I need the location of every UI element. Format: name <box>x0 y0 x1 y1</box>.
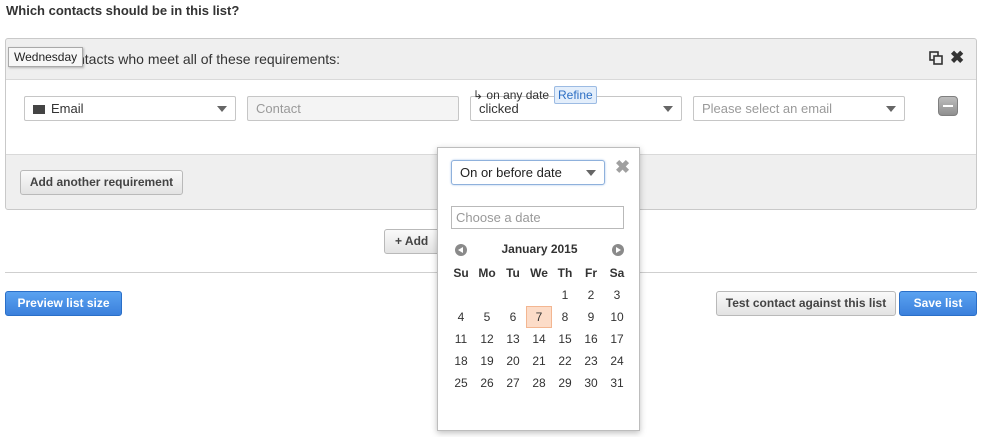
weekday-header: Mo <box>478 266 496 280</box>
calendar-day[interactable]: 23 <box>578 350 604 372</box>
calendar-empty-cell <box>500 284 526 306</box>
group-label: ntacts who meet all of these requirement… <box>77 51 341 67</box>
save-list-button[interactable]: Save list <box>899 291 977 316</box>
calendar-day[interactable]: 31 <box>604 372 630 394</box>
calendar-day[interactable]: 2 <box>578 284 604 306</box>
calendar-day[interactable]: 6 <box>500 306 526 328</box>
email-select[interactable]: Please select an email <box>693 96 905 121</box>
action-value: clicked <box>479 101 519 116</box>
remove-requirement-button[interactable] <box>938 96 958 116</box>
group-header: ntacts who meet all of these requirement… <box>6 39 976 79</box>
calendar-empty-cell <box>448 284 474 306</box>
calendar-day[interactable]: 22 <box>552 350 578 372</box>
next-month-icon[interactable] <box>612 244 624 256</box>
calendar-day[interactable]: 27 <box>500 372 526 394</box>
refine-button[interactable]: Refine <box>554 86 597 104</box>
contact-placeholder: Contact <box>256 101 301 116</box>
calendar-day[interactable]: 7 <box>526 306 552 328</box>
calendar-day[interactable]: 4 <box>448 306 474 328</box>
weekday-header: Su <box>453 266 469 280</box>
calendar-day[interactable]: 9 <box>578 306 604 328</box>
calendar-day[interactable]: 8 <box>552 306 578 328</box>
remove-group-icon[interactable]: ✖ <box>950 49 964 66</box>
calendar-day[interactable]: 21 <box>526 350 552 372</box>
add-group-button[interactable]: + Add <box>384 229 444 254</box>
calendar-day[interactable]: 26 <box>474 372 500 394</box>
calendar-day[interactable]: 1 <box>552 284 578 306</box>
calendar-day[interactable]: 17 <box>604 328 630 350</box>
date-operator-value: On or before date <box>460 165 562 180</box>
calendar-day[interactable]: 29 <box>552 372 578 394</box>
calendar-day[interactable]: 14 <box>526 328 552 350</box>
test-contact-button[interactable]: Test contact against this list <box>716 291 896 316</box>
calendar-day[interactable]: 28 <box>526 372 552 394</box>
calendar-day[interactable]: 13 <box>500 328 526 350</box>
envelope-icon <box>33 105 45 114</box>
calendar-day[interactable]: 25 <box>448 372 474 394</box>
weekday-header: We <box>530 266 548 280</box>
calendar-day[interactable]: 11 <box>448 328 474 350</box>
calendar-grid: Su Mo Tu We Th Fr Sa 1 2 3 4 5 6 7 8 9 10 11 12 13 14 15 16 17 1… <box>448 262 630 394</box>
calendar-empty-cell <box>526 284 552 306</box>
month-title: January 2015 <box>501 242 578 256</box>
calendar-day[interactable]: 30 <box>578 372 604 394</box>
add-requirement-button[interactable]: Add another requirement <box>20 170 183 195</box>
calendar-day[interactable]: 5 <box>474 306 500 328</box>
calendar-day[interactable]: 12 <box>474 328 500 350</box>
calendar-day[interactable]: 15 <box>552 328 578 350</box>
calendar-day[interactable]: 24 <box>604 350 630 372</box>
weekday-header: Fr <box>585 266 597 280</box>
copy-icon[interactable] <box>929 51 943 65</box>
date-input[interactable]: Choose a date <box>451 206 624 229</box>
weekday-header: Tu <box>506 266 520 280</box>
requirement-type-select[interactable]: Email <box>24 96 236 121</box>
calendar-day[interactable]: 18 <box>448 350 474 372</box>
calendar-empty-cell <box>474 284 500 306</box>
page-title: Which contacts should be in this list? <box>6 3 240 18</box>
date-summary: ↳ on any date <box>473 88 550 102</box>
calendar-day[interactable]: 10 <box>604 306 630 328</box>
email-placeholder: Please select an email <box>702 101 833 116</box>
requirement-type-value: Email <box>51 101 84 116</box>
chevron-down-icon <box>586 170 596 176</box>
weekday-header: Th <box>557 266 573 280</box>
preview-list-size-button[interactable]: Preview list size <box>5 291 122 316</box>
calendar-day[interactable]: 20 <box>500 350 526 372</box>
calendar-day[interactable]: 19 <box>474 350 500 372</box>
weekday-header: Sa <box>609 266 625 280</box>
chevron-down-icon <box>886 106 896 112</box>
date-operator-select[interactable]: On or before date <box>451 160 605 185</box>
contact-field[interactable]: Contact <box>247 96 459 121</box>
calendar-day[interactable]: 3 <box>604 284 630 306</box>
weekday-tooltip: Wednesday <box>8 47 84 67</box>
calendar-day[interactable]: 16 <box>578 328 604 350</box>
date-filter-popup: On or before date ✖ Choose a date Januar… <box>437 147 640 431</box>
chevron-down-icon <box>217 106 227 112</box>
chevron-down-icon <box>663 106 673 112</box>
close-icon[interactable]: ✖ <box>615 157 630 178</box>
